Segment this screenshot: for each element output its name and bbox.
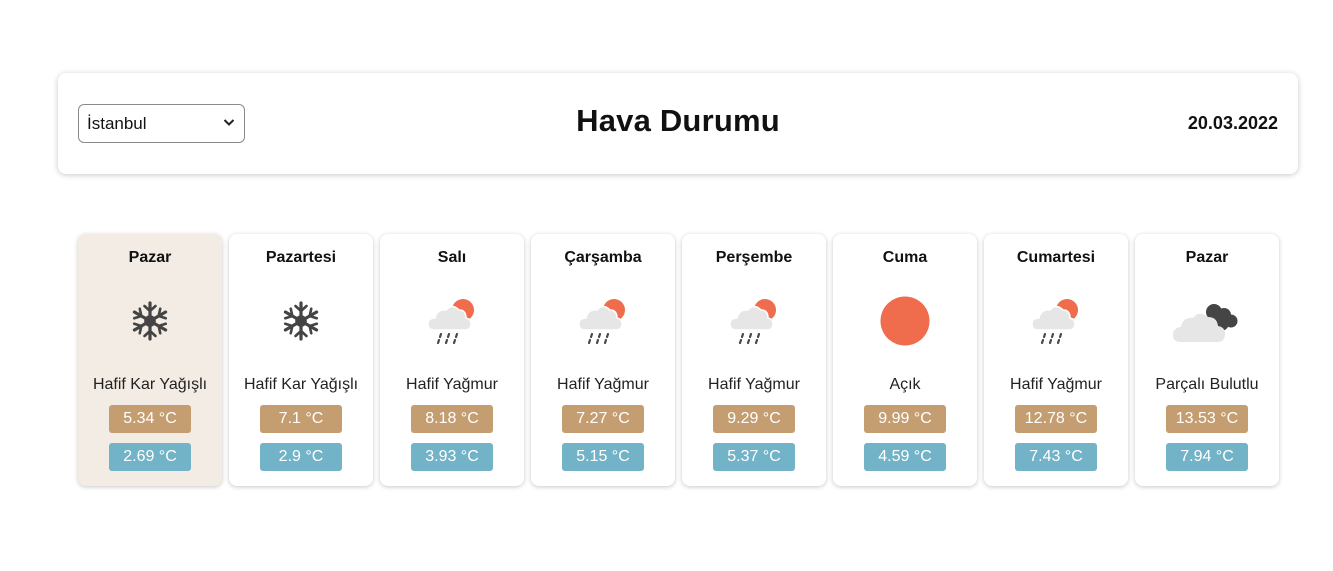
day-name: Pazar	[1185, 249, 1229, 266]
min-temp-badge: 5.15 °C	[562, 443, 644, 471]
light-rain-icon	[1031, 296, 1081, 346]
clear-sun-icon	[880, 296, 930, 346]
weather-description: Hafif Yağmur	[708, 376, 800, 393]
max-temp-badge: 8.18 °C	[411, 405, 493, 433]
day-card[interactable]: Cumartesi Hafif Yağmur 12.78 °C 7.43 °C	[984, 234, 1128, 486]
min-temp-badge: 2.69 °C	[109, 443, 191, 471]
snow-icon	[276, 296, 326, 346]
max-temp-badge: 12.78 °C	[1015, 405, 1097, 433]
min-temp-badge: 4.59 °C	[864, 443, 946, 471]
min-temp-badge: 2.9 °C	[260, 443, 342, 471]
weather-description: Parçalı Bulutlu	[1155, 376, 1259, 393]
weather-description: Hafif Yağmur	[1010, 376, 1102, 393]
max-temp-badge: 13.53 °C	[1166, 405, 1248, 433]
snow-icon	[125, 296, 175, 346]
forecast-list: Pazar Hafif Kar Yağışlı 5.34 °C 2.69 °C …	[78, 234, 1279, 486]
day-name: Cuma	[882, 249, 928, 266]
header-panel: İstanbul Hava Durumu 20.03.2022	[58, 73, 1298, 174]
day-name: Pazar	[128, 249, 172, 266]
weather-description: Hafif Yağmur	[557, 376, 649, 393]
min-temp-badge: 5.37 °C	[713, 443, 795, 471]
min-temp-badge: 7.94 °C	[1166, 443, 1248, 471]
weather-description: Açık	[889, 376, 921, 393]
max-temp-badge: 7.27 °C	[562, 405, 644, 433]
partly-cloudy-icon	[1173, 296, 1243, 346]
max-temp-badge: 5.34 °C	[109, 405, 191, 433]
max-temp-badge: 9.99 °C	[864, 405, 946, 433]
max-temp-badge: 9.29 °C	[713, 405, 795, 433]
day-name: Çarşamba	[564, 249, 642, 266]
weather-description: Hafif Kar Yağışlı	[92, 376, 208, 393]
page-title: Hava Durumu	[576, 103, 780, 138]
min-temp-badge: 3.93 °C	[411, 443, 493, 471]
day-card[interactable]: Perşembe Hafif Yağmur 9.29 °C 5.37 °C	[682, 234, 826, 486]
day-card[interactable]: Cuma Açık 9.99 °C 4.59 °C	[833, 234, 977, 486]
light-rain-icon	[578, 296, 628, 346]
weather-description: Hafif Kar Yağışlı	[243, 376, 359, 393]
current-date: 20.03.2022	[1187, 113, 1278, 133]
min-temp-badge: 7.43 °C	[1015, 443, 1097, 471]
weather-description: Hafif Yağmur	[406, 376, 498, 393]
day-name: Pazartesi	[265, 249, 337, 266]
day-name: Cumartesi	[1016, 249, 1096, 266]
light-rain-icon	[729, 296, 779, 346]
day-card[interactable]: Salı Hafif Yağmur 8.18 °C 3.93 °C	[380, 234, 524, 486]
day-card[interactable]: Çarşamba Hafif Yağmur 7.27 °C 5.15 °C	[531, 234, 675, 486]
max-temp-badge: 7.1 °C	[260, 405, 342, 433]
day-name: Salı	[437, 249, 467, 266]
day-name: Perşembe	[715, 249, 793, 266]
day-card[interactable]: Pazar Parçalı Bulutlu 13.53 °C 7.94 °C	[1135, 234, 1279, 486]
day-card[interactable]: Pazartesi Hafif Kar Yağışlı 7.1 °C 2.9 °…	[229, 234, 373, 486]
light-rain-icon	[427, 296, 477, 346]
day-card[interactable]: Pazar Hafif Kar Yağışlı 5.34 °C 2.69 °C	[78, 234, 222, 486]
